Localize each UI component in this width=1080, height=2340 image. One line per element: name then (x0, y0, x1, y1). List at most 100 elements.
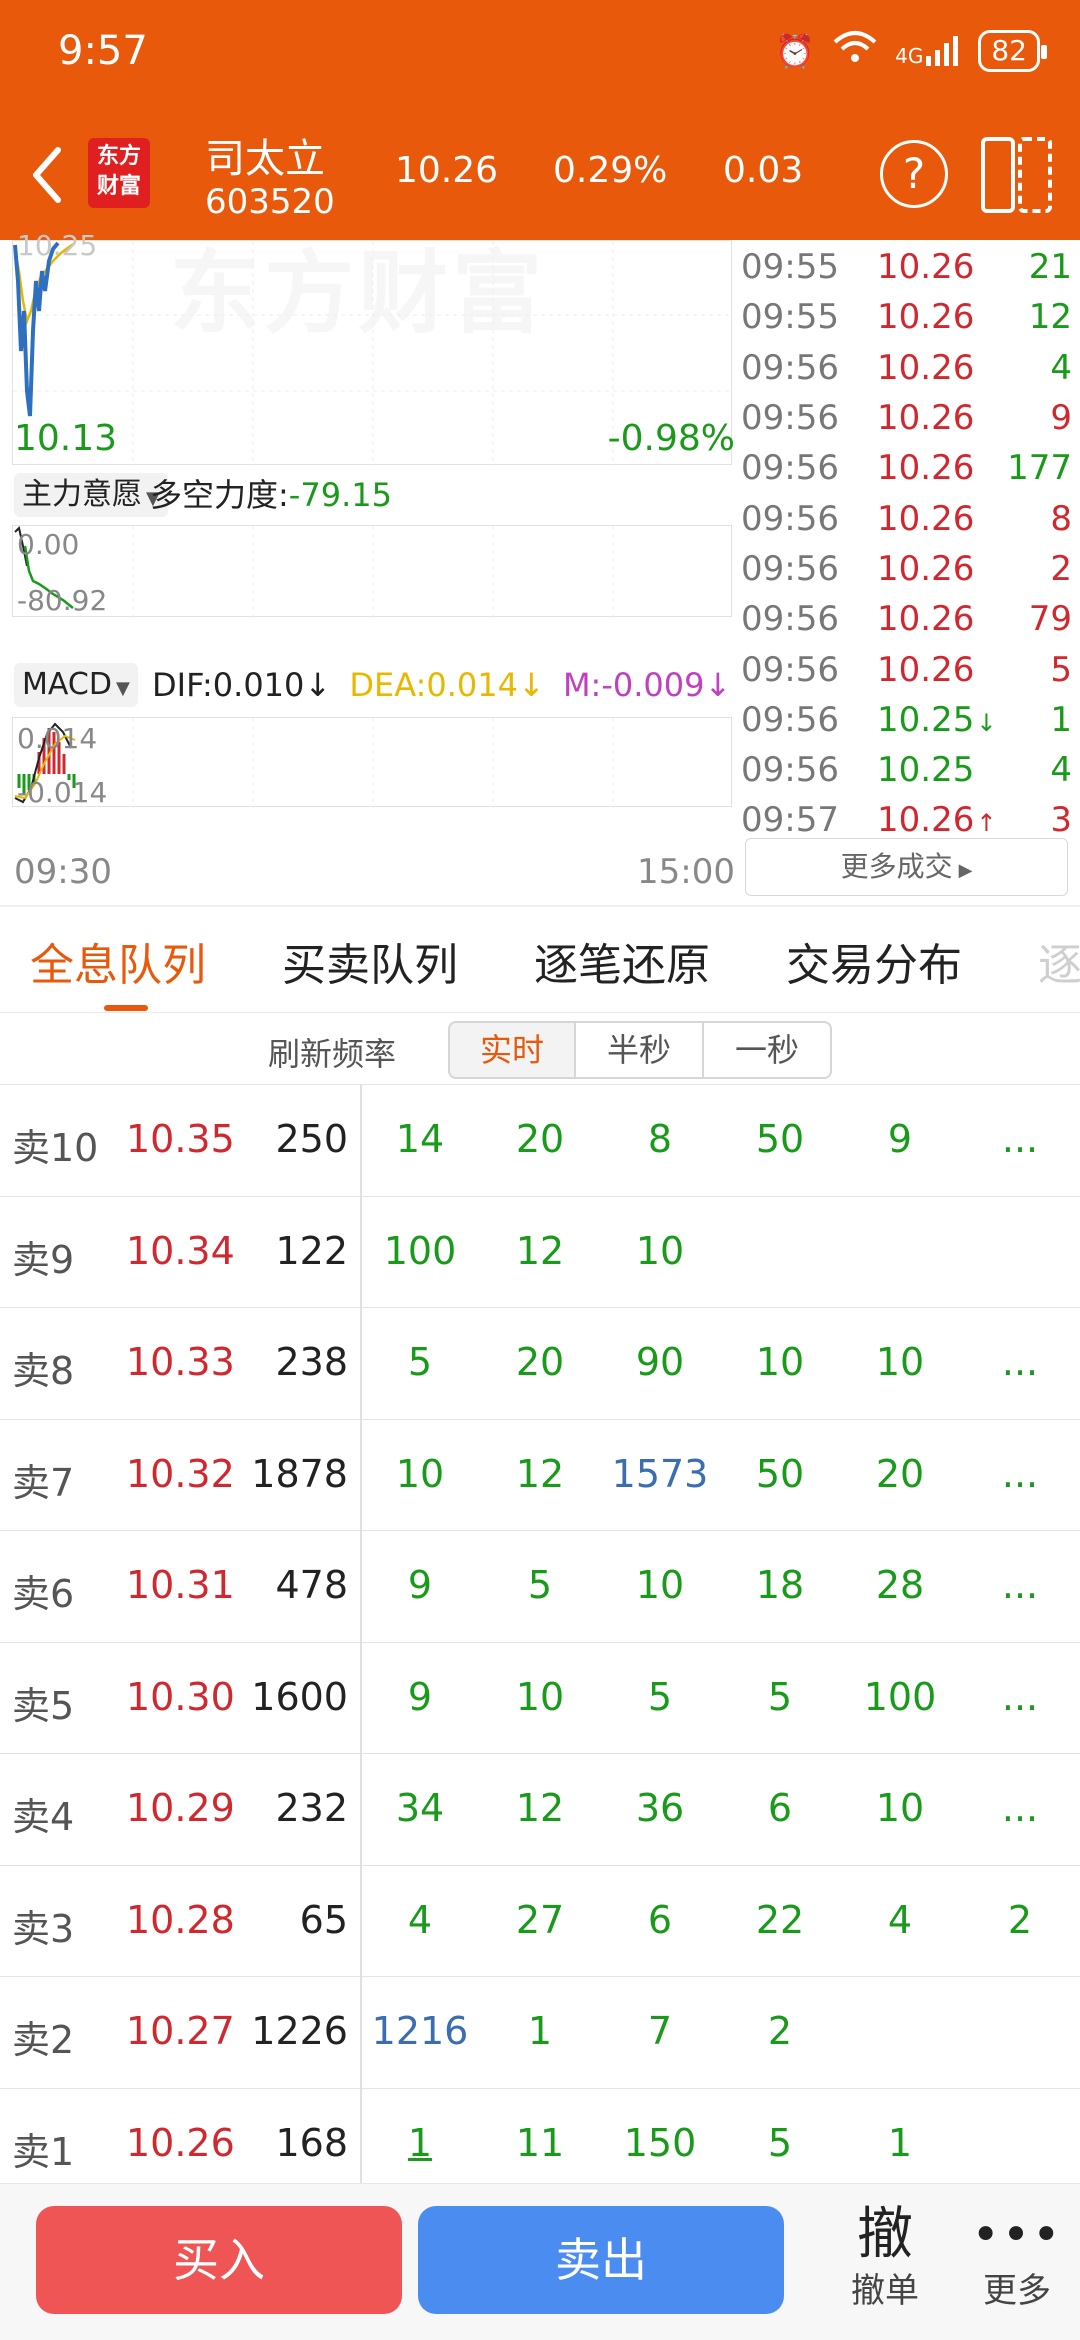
sell-button[interactable]: 卖出 (418, 2206, 784, 2314)
queue-row[interactable]: 卖3 10.28 65 4 27 6 22 4 2 (0, 1866, 1080, 1977)
tick-row: 09:56 10.25↓ 1 (735, 695, 1080, 745)
queue-row[interactable]: 卖9 10.34 122 100 12 10 (0, 1197, 1080, 1308)
queue-order: 5 (407, 1340, 433, 1384)
more-button[interactable]: ••• 更多 (962, 2202, 1072, 2332)
queue-row[interactable]: 卖2 10.27 1226 1216 1 7 2 (0, 1977, 1080, 2089)
tick-row: 09:56 10.26 9 (735, 393, 1080, 443)
buy-button[interactable]: 买入 (36, 2206, 402, 2314)
time-end-label: 15:00 (637, 852, 735, 892)
tick-volume: 1 (1050, 699, 1072, 740)
queue-order: 90 (635, 1340, 685, 1384)
tab-trade-distribution[interactable]: 交易分布 (786, 929, 962, 993)
queue-order: 50 (755, 1451, 805, 1496)
macd-pane[interactable]: 0.014 -0.014 (12, 717, 732, 809)
stock-name: 司太立 (205, 136, 325, 182)
queue-row[interactable]: 卖10 10.35 250 14 20 8 50 9... (0, 1085, 1080, 1197)
macd-svg (14, 718, 614, 808)
queue-row[interactable]: 卖4 10.29 232 34 12 36 6 10... (0, 1754, 1080, 1866)
arrow-down-icon: ↓ (704, 666, 732, 704)
queue-order: 7 (647, 2009, 673, 2053)
refresh-one-second[interactable]: 一秒 (704, 1021, 832, 1079)
more-deals-button[interactable]: 更多成交 ▶ (745, 838, 1068, 896)
queue-order: 10 (635, 1563, 685, 1607)
tick-time: 09:56 (741, 599, 839, 640)
indicator1-max-label: 0.00 (17, 528, 80, 561)
arrow-up-icon: ↑ (976, 809, 997, 838)
queue-level: 卖10 (12, 1126, 99, 1170)
tick-list[interactable]: 09:55 10.26 21 09:55 10.26 12 09:56 10.26 4 09:56… (735, 242, 1080, 846)
queue-price: 10.27 (126, 2009, 235, 2053)
arrow-down-icon: ↓ (976, 708, 997, 737)
order-queue-table: 卖10 10.35 250 14 20 8 50 9... 卖9 10.34 122 100 12 10 卖… (0, 1085, 1080, 2200)
queue-order: 27 (515, 1897, 565, 1942)
queue-level: 卖8 (12, 1349, 75, 1393)
tick-price: 10.26 (877, 398, 975, 439)
help-button[interactable]: ? (880, 140, 948, 208)
tick-price: 10.26↑ (877, 800, 997, 841)
indicator1-selector[interactable]: 主力意愿 ▼ (14, 473, 168, 517)
tick-time: 09:55 (741, 247, 839, 288)
queue-order: 6 (647, 1897, 673, 1942)
queue-order: 2 (1007, 1897, 1033, 1942)
caret-down-icon: ▼ (115, 678, 130, 699)
cancel-order-label: 撤单 (851, 2271, 919, 2311)
tick-price: 10.26 (877, 599, 975, 640)
indicator2-text: DIF:0.010↓ DEA:0.014↓ M:-0.009↓ (152, 666, 732, 704)
queue-order: 1 (887, 2120, 913, 2165)
price-low-label: 10.13 (14, 418, 118, 459)
tick-row: 09:56 10.26 4 (735, 343, 1080, 393)
tick-row: 09:56 10.26 5 (735, 644, 1080, 694)
eastmoney-logo: 东方 财富 (88, 138, 150, 208)
queue-order: 1573 (611, 1451, 709, 1496)
tick-time: 09:56 (741, 699, 839, 740)
queue-order: 9 (887, 1117, 913, 1161)
status-time: 9:57 (58, 28, 148, 74)
queue-order: 34 (395, 1786, 445, 1830)
queue-order: ... (1001, 1451, 1039, 1496)
queue-order: 6 (767, 1786, 793, 1830)
arrow-down-icon: ↓ (304, 666, 332, 704)
queue-row[interactable]: 卖5 10.30 1600 9 10 5 5 100... (0, 1643, 1080, 1754)
tick-row: 09:56 10.26 79 (735, 594, 1080, 644)
chart-area[interactable]: 东方财富 10.25 10.13 -0.98% 主力意愿 ▼ 多空力度:-79.1… (0, 229, 735, 905)
network-type: 4G (895, 44, 924, 68)
refresh-half-second[interactable]: 半秒 (576, 1021, 704, 1079)
queue-order: 12 (515, 1228, 565, 1273)
queue-level: 卖9 (12, 1237, 75, 1282)
queue-row[interactable]: 卖6 10.31 478 9 5 10 18 28... (0, 1531, 1080, 1643)
back-button[interactable] (20, 140, 80, 210)
tick-row: 09:56 10.26 8 (735, 493, 1080, 543)
tab-bid-ask-queue[interactable]: 买卖队列 (282, 929, 458, 993)
pct-low-label: -0.98% (607, 418, 735, 459)
queue-order: 10 (635, 1228, 685, 1273)
queue-price: 10.35 (126, 1117, 235, 1161)
queue-volume: 1878 (251, 1451, 348, 1496)
queue-order: 10 (515, 1674, 565, 1719)
queue-level: 卖3 (12, 1906, 75, 1951)
split-screen-button[interactable] (980, 136, 1054, 214)
queue-order: 1 (407, 2120, 433, 2165)
queue-row[interactable]: 卖8 10.33 238 5 20 90 10 10... (0, 1308, 1080, 1420)
tab-tick-replay[interactable]: 逐笔还原 (534, 929, 710, 993)
tab-overflow[interactable]: 逐 (1038, 929, 1080, 993)
queue-divider (360, 1085, 362, 2183)
indicator2-selector[interactable]: MACD ▼ (14, 663, 138, 707)
queue-price: 10.31 (126, 1563, 235, 1607)
indicator1-svg (14, 526, 614, 618)
indicator1-pane[interactable]: 0.00 -80.92 (12, 525, 732, 618)
queue-order: 28 (875, 1563, 925, 1607)
queue-order: 1216 (371, 2009, 469, 2053)
queue-order: 9 (407, 1563, 433, 1607)
queue-order: 9 (407, 1674, 433, 1719)
queue-price: 10.32 (126, 1451, 235, 1496)
price-line (13, 241, 60, 417)
tab-full-queue[interactable]: 全息队列 (30, 929, 206, 993)
cancel-order-button[interactable]: 撤 撤单 (830, 2202, 940, 2332)
queue-level: 卖2 (12, 2018, 75, 2062)
tick-row: 09:56 10.25 4 (735, 745, 1080, 795)
tick-volume: 3 (1050, 800, 1072, 841)
refresh-realtime[interactable]: 实时 (448, 1021, 576, 1079)
active-tab-indicator (104, 1005, 148, 1011)
queue-row[interactable]: 卖7 10.32 1878 10 12 1573 50 20... (0, 1420, 1080, 1531)
tick-time: 09:56 (741, 750, 839, 791)
